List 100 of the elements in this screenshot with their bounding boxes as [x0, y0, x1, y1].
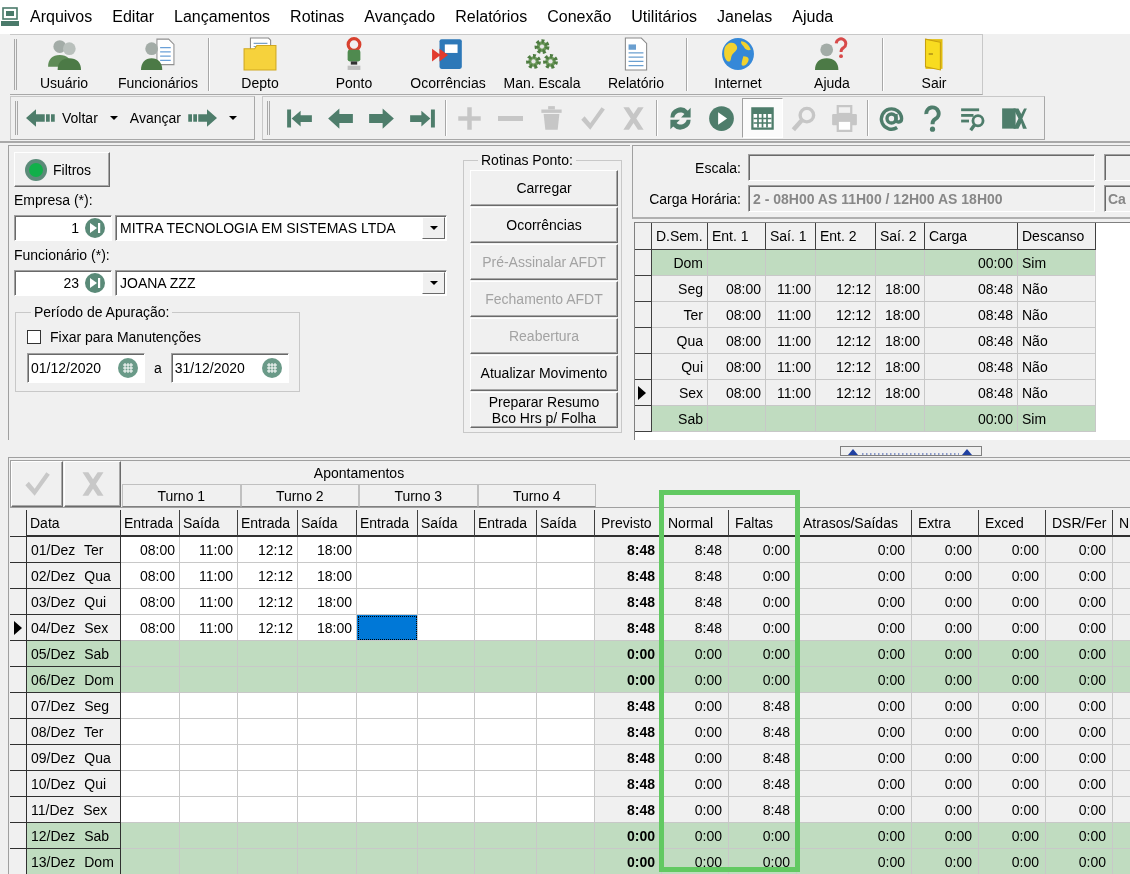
table-cell[interactable] — [357, 667, 418, 693]
toolbar-button[interactable]: Ponto — [307, 35, 401, 94]
table-cell[interactable] — [418, 823, 475, 849]
table-cell[interactable] — [537, 641, 595, 667]
table-cell[interactable] — [180, 745, 238, 771]
toolbar-grip[interactable] — [14, 39, 17, 90]
arrow-circle-icon[interactable] — [85, 273, 105, 293]
table-cell[interactable] — [357, 641, 418, 667]
table-cell[interactable] — [475, 719, 537, 745]
code-field[interactable]: 23 — [14, 270, 112, 296]
table-cell[interactable] — [475, 797, 537, 823]
table-cell[interactable] — [418, 693, 475, 719]
table-cell[interactable]: 08:00 — [121, 537, 180, 563]
row-indicator[interactable] — [10, 615, 27, 641]
table-cell[interactable] — [238, 693, 298, 719]
table-cell[interactable] — [418, 537, 475, 563]
table-cell[interactable]: 08:00 — [121, 589, 180, 615]
toolbar-button[interactable]: Man. Escala — [495, 35, 589, 94]
calendar-icon[interactable] — [118, 358, 138, 378]
table-cell[interactable] — [475, 563, 537, 589]
table-cell[interactable] — [298, 797, 357, 823]
routine-button[interactable]: Atualizar Movimento — [470, 355, 618, 391]
toolbar-button[interactable]: Ajuda — [785, 35, 879, 94]
table-cell[interactable]: 18:00 — [298, 563, 357, 589]
table-cell[interactable] — [357, 719, 418, 745]
menu-item[interactable]: Editar — [102, 6, 165, 28]
table-cell[interactable] — [537, 797, 595, 823]
table-cell[interactable] — [298, 771, 357, 797]
table-cell[interactable] — [357, 745, 418, 771]
table-cell[interactable]: 18:00 — [298, 589, 357, 615]
table-cell[interactable] — [475, 589, 537, 615]
table-cell[interactable]: 12:12 — [238, 589, 298, 615]
table-cell[interactable] — [537, 667, 595, 693]
menu-item[interactable]: Utilitários — [621, 6, 708, 28]
row-indicator[interactable] — [10, 797, 27, 823]
arrow-circle-icon[interactable] — [85, 218, 105, 238]
table-cell[interactable] — [180, 667, 238, 693]
menu-item[interactable]: Ajuda — [782, 6, 844, 28]
table-cell[interactable] — [121, 823, 180, 849]
toolbar-button[interactable]: Depto — [213, 35, 307, 94]
table-cell[interactable] — [475, 537, 537, 563]
splitter-handle[interactable] — [840, 446, 982, 456]
menu-item[interactable]: Arquivos — [20, 6, 103, 28]
combo-box[interactable]: JOANA ZZZ — [115, 270, 447, 296]
table-cell[interactable] — [418, 745, 475, 771]
dropdown-button[interactable] — [422, 272, 445, 294]
row-indicator[interactable] — [10, 771, 27, 797]
table-cell[interactable] — [418, 615, 475, 641]
row-indicator[interactable] — [635, 354, 652, 380]
table-cell[interactable] — [180, 823, 238, 849]
nav-button[interactable]: Avançar — [124, 99, 222, 137]
table-cell[interactable] — [537, 693, 595, 719]
row-indicator[interactable] — [635, 406, 652, 432]
table-cell[interactable] — [121, 849, 180, 874]
table-cell[interactable] — [121, 719, 180, 745]
table-cell[interactable] — [180, 693, 238, 719]
dropdown-button[interactable] — [422, 217, 445, 239]
table-cell[interactable] — [418, 771, 475, 797]
table-cell[interactable] — [418, 719, 475, 745]
table-cell[interactable] — [238, 745, 298, 771]
table-cell[interactable] — [121, 693, 180, 719]
table-cell[interactable] — [121, 667, 180, 693]
row-indicator[interactable] — [10, 667, 27, 693]
table-cell[interactable] — [537, 589, 595, 615]
table-cell[interactable]: 12:12 — [238, 563, 298, 589]
toolbar-button[interactable]: Usuário — [17, 35, 111, 94]
table-cell[interactable] — [298, 719, 357, 745]
calendar-icon[interactable] — [261, 358, 282, 378]
toolbar-button[interactable]: Relatório — [589, 35, 683, 94]
row-indicator[interactable] — [635, 302, 652, 328]
input-field[interactable] — [1104, 154, 1130, 181]
table-cell[interactable] — [180, 719, 238, 745]
menu-item[interactable]: Lançamentos — [164, 6, 281, 28]
table-cell[interactable] — [475, 667, 537, 693]
routine-button[interactable]: Carregar — [470, 170, 618, 206]
table-cell[interactable] — [418, 667, 475, 693]
tool-button[interactable] — [742, 98, 783, 138]
table-cell[interactable] — [537, 771, 595, 797]
table-cell[interactable] — [357, 797, 418, 823]
table-cell[interactable] — [475, 641, 537, 667]
table-cell[interactable]: 12:12 — [238, 537, 298, 563]
table-cell[interactable] — [475, 745, 537, 771]
table-cell[interactable] — [537, 719, 595, 745]
row-indicator[interactable] — [10, 693, 27, 719]
date-field[interactable]: 01/12/2020 — [27, 353, 145, 383]
table-cell[interactable] — [357, 823, 418, 849]
table-cell[interactable] — [238, 797, 298, 823]
table-cell[interactable]: 18:00 — [298, 537, 357, 563]
row-indicator[interactable] — [10, 745, 27, 771]
table-cell[interactable] — [121, 745, 180, 771]
table-cell[interactable] — [537, 563, 595, 589]
table-cell[interactable] — [357, 563, 418, 589]
checkbox-label[interactable]: Fixar para Manutenções — [50, 329, 201, 345]
table-cell[interactable]: 08:00 — [121, 563, 180, 589]
table-cell[interactable]: 08:00 — [121, 615, 180, 641]
table-cell[interactable] — [121, 797, 180, 823]
toolbar-button[interactable]: Sair — [887, 35, 981, 94]
table-cell[interactable] — [180, 641, 238, 667]
routine-button[interactable]: Preparar Resumo Bco Hrs p/ Folha — [470, 392, 618, 428]
table-cell[interactable] — [357, 589, 418, 615]
